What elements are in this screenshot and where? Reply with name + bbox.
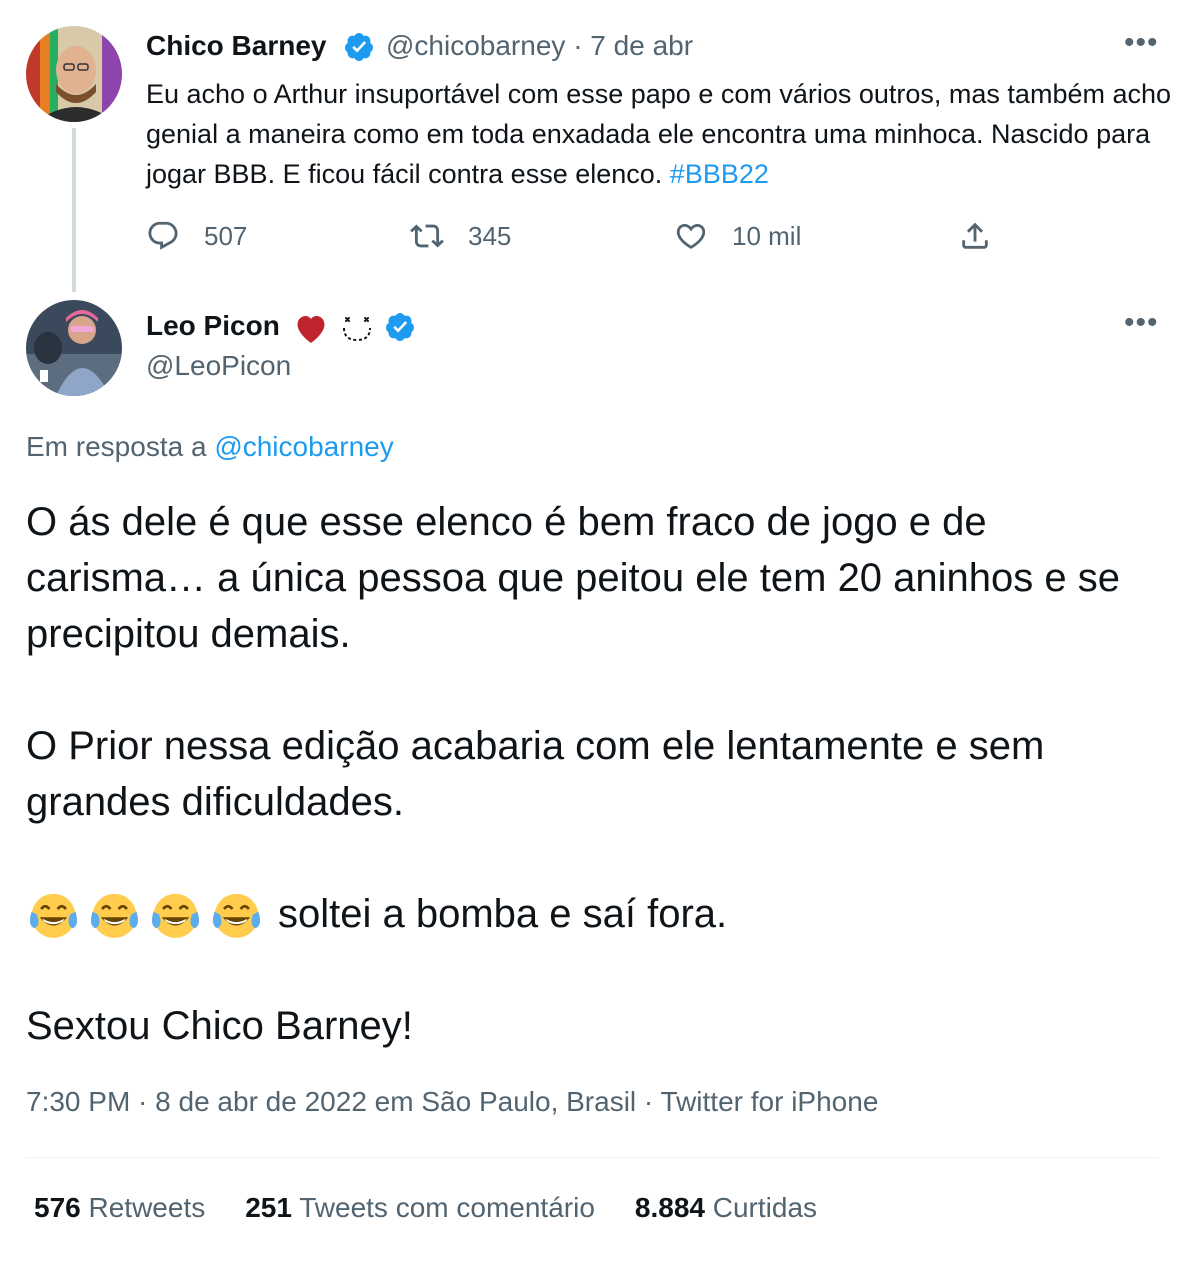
likes-label: Curtidas — [712, 1192, 818, 1223]
quoted-tweet-text: Eu acho o Arthur insuportável com esse p… — [146, 74, 1176, 194]
retweet-button[interactable]: 345 — [410, 216, 511, 256]
main-verified-badge-icon — [385, 313, 414, 341]
quotes-stat[interactable]: 251 Tweets com comentário — [245, 1192, 595, 1224]
tweet-paragraph-4: Sextou Chico Barney! — [26, 1004, 413, 1048]
quoted-more-options-icon[interactable]: ••• — [1124, 26, 1159, 60]
retweet-count: 345 — [468, 220, 512, 251]
share-icon — [962, 222, 988, 249]
retweet-icon — [410, 224, 444, 248]
likes-stat[interactable]: 8.884 Curtidas — [635, 1192, 817, 1224]
tweet-paragraph-1: O ás dele é que esse elenco é bem fraco … — [26, 500, 1121, 656]
verified-badge-icon — [344, 33, 373, 61]
reply-count: 507 — [204, 220, 248, 251]
tears-of-joy-emoji-icon — [151, 893, 200, 938]
reply-prefix: Em resposta a — [26, 431, 207, 462]
tears-of-joy-emoji-icon — [29, 893, 78, 938]
heart-icon — [676, 223, 706, 249]
reply-to-link[interactable]: @chicobarney — [214, 431, 393, 462]
quoted-author-handle[interactable]: @chicobarney · 7 de abr — [386, 30, 693, 62]
thread-connector-line — [72, 128, 76, 292]
likes-count: 8.884 — [634, 1192, 705, 1223]
main-more-options-icon[interactable]: ••• — [1124, 306, 1159, 340]
emoji-line: soltei a bomba e saí fora. — [26, 886, 1166, 942]
quotes-label: Tweets com comentário — [299, 1192, 595, 1223]
smile-face-icon — [343, 317, 371, 342]
main-tweet-text: O ás dele é que esse elenco é bem fraco … — [26, 494, 1166, 1054]
quoted-handle-text[interactable]: @chicobarney — [386, 30, 565, 61]
quoted-body: Eu acho o Arthur insuportável com esse p… — [146, 79, 1172, 189]
like-count: 10 mil — [732, 220, 802, 251]
quoted-author-name[interactable]: Chico Barney — [146, 30, 327, 62]
like-button[interactable]: 10 mil — [674, 216, 801, 256]
tears-of-joy-emoji-icon — [90, 893, 139, 938]
reply-context: Em resposta a @chicobarney — [26, 431, 394, 463]
chico-barney-avatar[interactable] — [26, 26, 122, 122]
reply-icon — [148, 221, 178, 250]
tweet-timestamp[interactable]: 7:30 PM · 8 de abr de 2022 em São Paulo,… — [26, 1086, 878, 1118]
main-author-name[interactable]: Leo Picon — [146, 310, 280, 342]
quotes-count: 251 — [245, 1192, 292, 1223]
retweets-label: Retweets — [88, 1192, 206, 1223]
leo-picon-avatar[interactable] — [26, 300, 122, 396]
reply-button[interactable]: 507 — [146, 216, 247, 256]
hashtag-link[interactable]: #BBB22 — [670, 159, 769, 189]
engagement-stats: 576 Retweets 251 Tweets com comentário 8… — [34, 1192, 857, 1224]
retweets-count: 576 — [34, 1192, 81, 1223]
tears-of-joy-emoji-icon — [212, 893, 261, 938]
main-author-handle[interactable]: @LeoPicon — [146, 350, 291, 382]
retweets-stat[interactable]: 576 Retweets — [34, 1192, 205, 1224]
share-button[interactable] — [958, 216, 992, 256]
red-heart-icon — [297, 316, 325, 343]
stats-divider — [26, 1157, 1158, 1158]
tweet-paragraph-3: soltei a bomba e saí fora. — [278, 892, 728, 936]
quoted-date[interactable]: · 7 de abr — [573, 30, 693, 61]
tweet-paragraph-2: O Prior nessa edição acabaria com ele le… — [26, 724, 1045, 824]
